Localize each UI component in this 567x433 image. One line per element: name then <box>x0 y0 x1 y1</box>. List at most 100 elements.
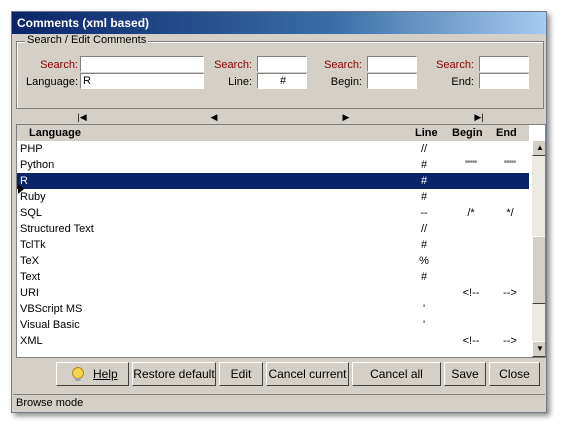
cell-begin <box>449 253 493 269</box>
line-field[interactable]: # <box>257 73 307 89</box>
cell-end: --> <box>503 335 517 347</box>
edit-button[interactable]: Edit <box>219 362 263 386</box>
scroll-down-arrow-icon[interactable]: ▼ <box>532 341 545 357</box>
end-field[interactable] <box>479 73 529 89</box>
column-header-begin[interactable]: Begin <box>452 125 483 141</box>
begin-label: Begin: <box>330 76 362 88</box>
cancel-current-button[interactable]: Cancel current <box>266 362 349 386</box>
table-row[interactable]: Text # <box>17 269 529 285</box>
line-search-label: Search: <box>214 59 252 71</box>
line-label: Line: <box>228 76 252 88</box>
cell-language: R <box>20 175 28 187</box>
cell-end: */ <box>506 207 514 219</box>
table-row[interactable]: PHP // <box>17 141 529 157</box>
table-row[interactable]: Ruby # <box>17 189 529 205</box>
cell-end <box>493 317 527 333</box>
end-search-field[interactable] <box>479 56 529 72</box>
cell-line: ' <box>422 303 426 315</box>
comments-dialog: Comments (xml based) Search / Edit Comme… <box>11 11 547 413</box>
cell-language: Structured Text <box>20 223 94 235</box>
vertical-scrollbar[interactable]: ▲ ▼ <box>532 140 545 357</box>
cell-line: # <box>420 175 428 187</box>
cell-begin: <!-- <box>462 287 480 299</box>
table-row[interactable]: URI <!-- --> <box>17 285 529 301</box>
cell-begin: """ <box>465 159 477 171</box>
cell-language: Visual Basic <box>20 319 80 331</box>
cell-language: TclTk <box>20 239 46 251</box>
comments-grid[interactable]: Language Line Begin End PHP // Python # """ "… <box>16 124 546 358</box>
cell-end <box>493 237 527 253</box>
cell-begin: /* <box>467 207 475 219</box>
cell-line: // <box>420 223 428 235</box>
cell-language: Ruby <box>20 191 46 203</box>
save-button[interactable]: Save <box>444 362 486 386</box>
end-label: End: <box>451 76 474 88</box>
cell-language: Python <box>20 159 55 171</box>
cell-begin <box>449 301 493 317</box>
cell-line: # <box>420 159 428 171</box>
table-row[interactable]: TclTk # <box>17 237 529 253</box>
close-button[interactable]: Close <box>489 362 540 386</box>
cell-line <box>409 285 439 301</box>
next-record-button[interactable]: ▶ <box>338 111 354 123</box>
language-search-field[interactable] <box>80 56 204 72</box>
cell-end <box>493 189 527 205</box>
cell-begin <box>449 189 493 205</box>
table-row[interactable]: VBScript MS ' <box>17 301 529 317</box>
status-bar: Browse mode <box>13 394 545 410</box>
lightbulb-icon <box>72 367 84 381</box>
cell-line: -- <box>420 207 428 219</box>
cell-language: SQL <box>20 207 43 219</box>
help-button-label: Help <box>93 367 118 381</box>
line-search-field[interactable] <box>257 56 307 72</box>
column-header-end[interactable]: End <box>496 125 517 141</box>
title-bar[interactable]: Comments (xml based) <box>12 12 546 34</box>
cell-end <box>493 301 527 317</box>
cancel-all-button[interactable]: Cancel all <box>352 362 441 386</box>
table-row[interactable]: Structured Text // <box>17 221 529 237</box>
help-button[interactable]: Help <box>56 362 129 386</box>
begin-field[interactable] <box>367 73 417 89</box>
cell-begin <box>449 317 493 333</box>
cell-line: // <box>420 143 428 155</box>
cell-line: % <box>419 255 429 267</box>
cell-language: URI <box>20 287 39 299</box>
language-label: Language: <box>26 76 78 88</box>
begin-search-field[interactable] <box>367 56 417 72</box>
grid-header: Language Line Begin End <box>17 125 529 141</box>
column-header-language[interactable]: Language <box>29 125 81 141</box>
cell-end: --> <box>503 287 517 299</box>
table-row[interactable]: XML <!-- --> <box>17 333 529 349</box>
cell-line: # <box>420 239 428 251</box>
table-row[interactable]: TeX% <box>17 253 529 269</box>
prev-record-button[interactable]: ◀ <box>206 111 222 123</box>
cell-end <box>493 141 527 157</box>
first-record-button[interactable]: |◀ <box>74 111 90 123</box>
window-title: Comments (xml based) <box>17 16 150 30</box>
cell-end <box>493 173 527 189</box>
cell-line: ' <box>422 319 426 331</box>
cell-language: VBScript MS <box>20 303 83 315</box>
cell-end <box>493 253 527 269</box>
scroll-up-arrow-icon[interactable]: ▲ <box>532 140 545 156</box>
cell-line: # <box>420 191 428 203</box>
table-row[interactable]: SQL -- /* */ <box>17 205 529 221</box>
scroll-thumb[interactable] <box>532 236 545 304</box>
cell-language: XML <box>20 335 43 347</box>
begin-search-label: Search: <box>324 59 362 71</box>
cell-end <box>493 221 527 237</box>
cell-language: Text <box>20 271 41 283</box>
cell-end: """ <box>504 159 516 171</box>
cell-language: TeX <box>20 255 39 267</box>
cell-begin <box>449 269 493 285</box>
column-header-line[interactable]: Line <box>415 125 438 141</box>
table-row[interactable]: Visual Basic ' <box>17 317 529 333</box>
cell-end <box>493 269 527 285</box>
last-record-button[interactable]: ▶| <box>471 111 487 123</box>
table-row[interactable]: R # <box>17 173 529 189</box>
current-record-pointer-icon <box>18 184 24 194</box>
end-search-label: Search: <box>436 59 474 71</box>
restore-default-button[interactable]: Restore default <box>132 362 216 386</box>
table-row[interactable]: Python # """ """ <box>17 157 529 173</box>
language-field[interactable]: R <box>80 73 204 89</box>
